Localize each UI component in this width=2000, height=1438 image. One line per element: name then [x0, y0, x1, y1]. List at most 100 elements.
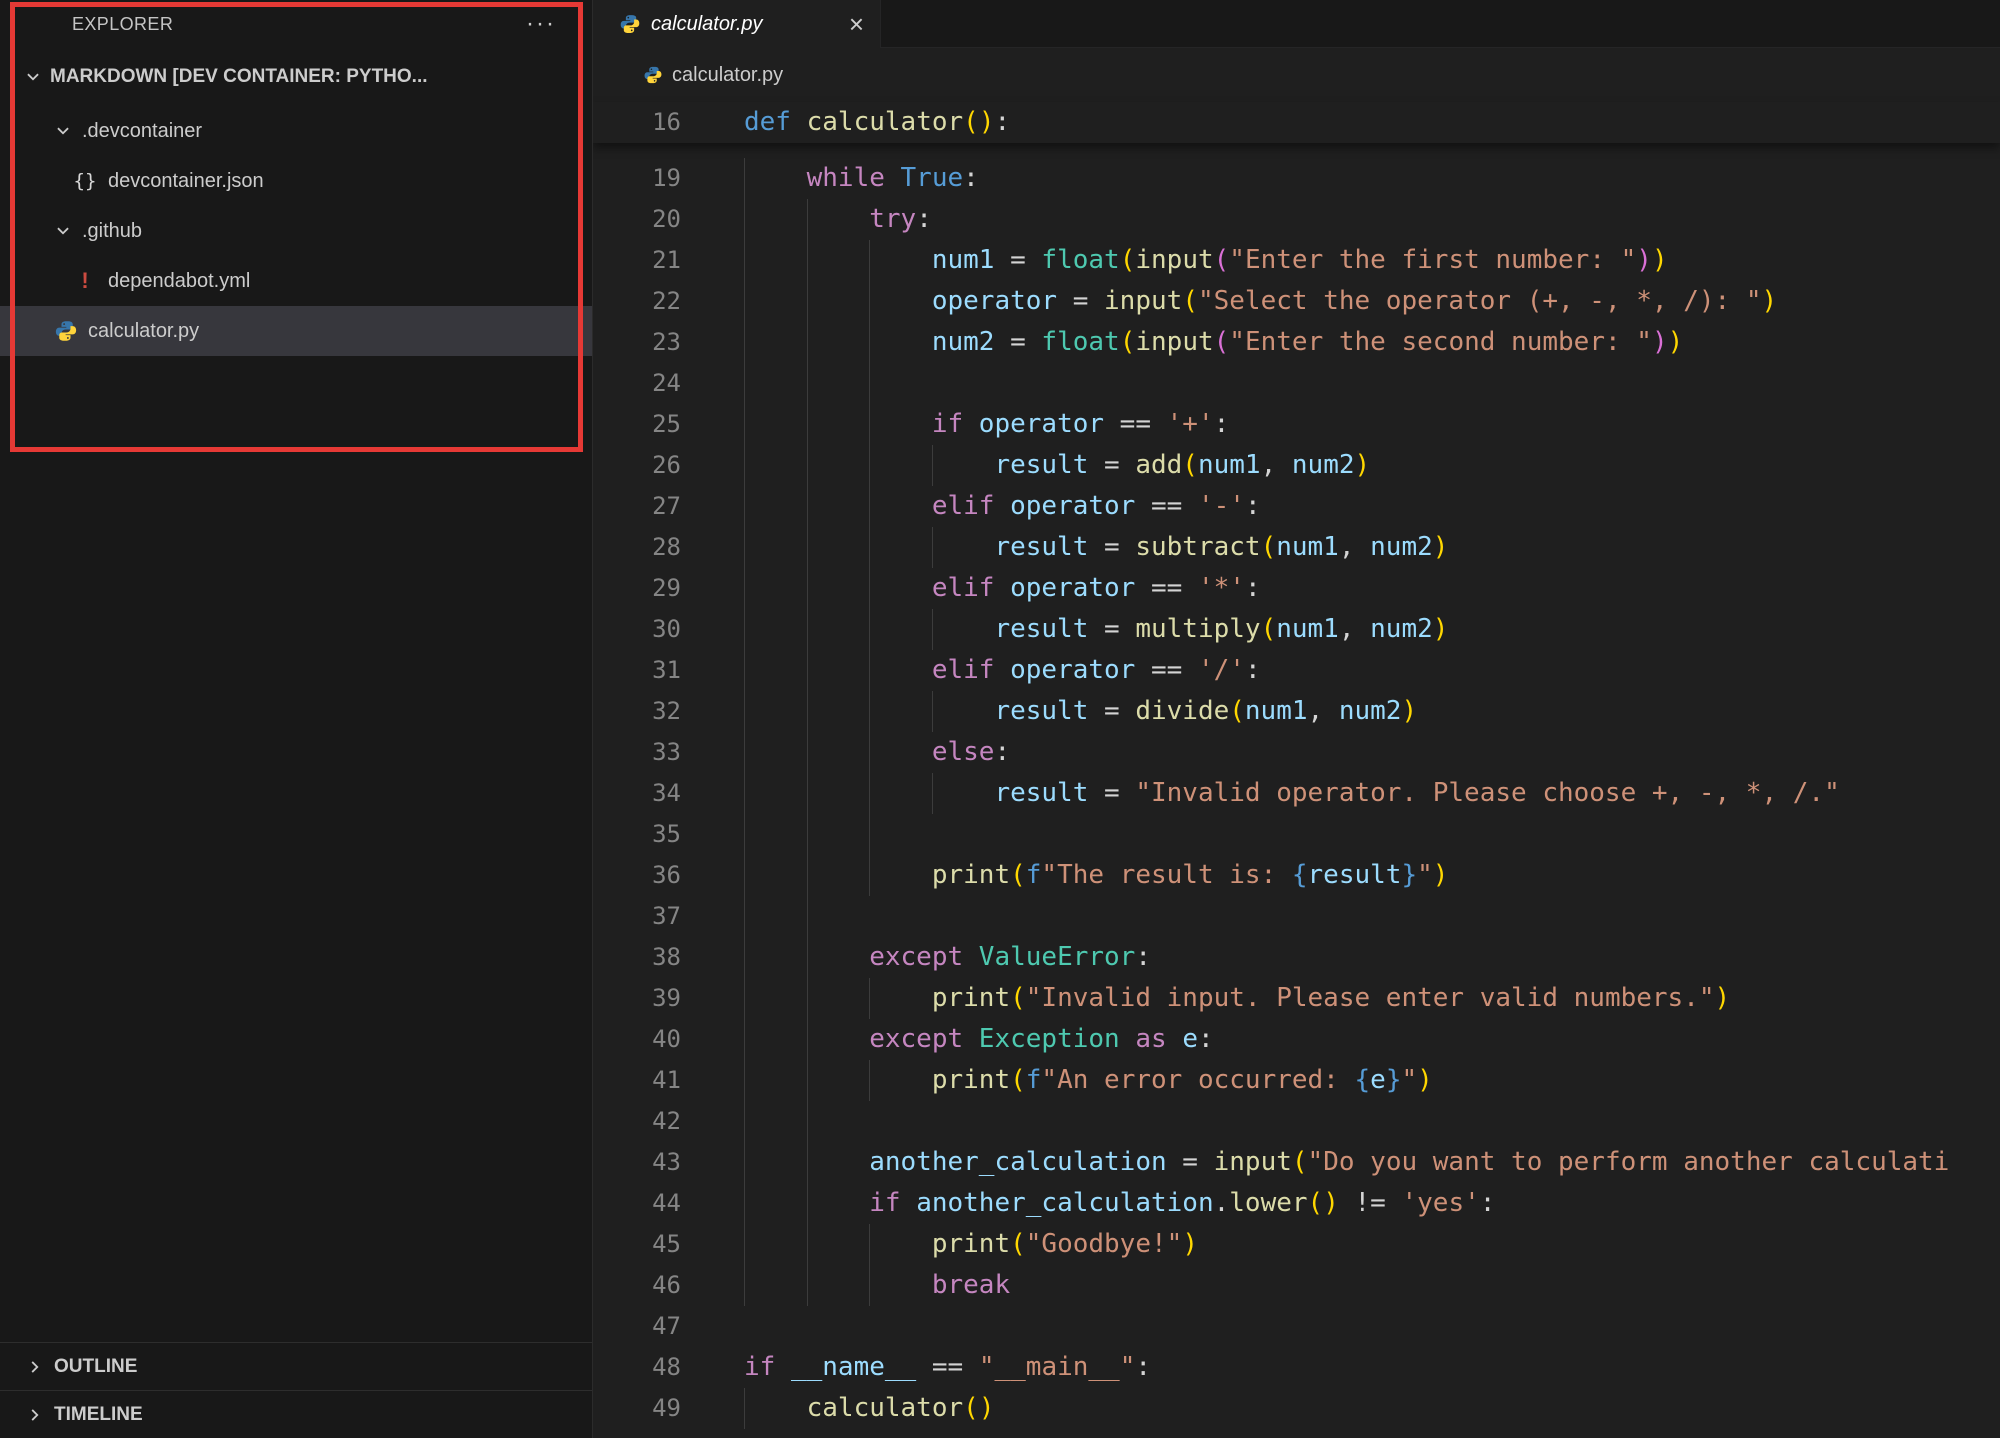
- code-line[interactable]: 50: [593, 1429, 2000, 1438]
- code-text: elif operator == '/':: [681, 650, 1261, 691]
- code-line[interactable]: 30result = multiply(num1, num2): [593, 609, 2000, 650]
- tree-item-calculator-py[interactable]: calculator.py: [0, 306, 592, 356]
- code-text: result = subtract(num1, num2): [681, 527, 1448, 568]
- indent-guide: [807, 691, 870, 732]
- code-text: break: [681, 1265, 1010, 1306]
- code-text: another_calculation = input("Do you want…: [681, 1142, 1949, 1183]
- code-line[interactable]: 31elif operator == '/':: [593, 650, 2000, 691]
- code-line[interactable]: 20try:: [593, 199, 2000, 240]
- code-line[interactable]: 45print("Goodbye!"): [593, 1224, 2000, 1265]
- indent-guide: [869, 486, 932, 527]
- indent-guide: [807, 445, 870, 486]
- code-line[interactable]: 39print("Invalid input. Please enter val…: [593, 978, 2000, 1019]
- python-file-icon: [619, 13, 641, 35]
- indent-guide: [807, 1060, 870, 1101]
- tree-item-devcontainer-folder[interactable]: .devcontainer: [0, 106, 592, 156]
- code-text: print("Invalid input. Please enter valid…: [681, 978, 1730, 1019]
- code-text: print(f"The result is: {result}"): [681, 855, 1448, 896]
- timeline-section-header[interactable]: TIMELINE: [0, 1390, 592, 1438]
- explorer-header: EXPLORER ···: [0, 0, 592, 48]
- line-number: 29: [593, 568, 681, 609]
- code-line[interactable]: 24: [593, 363, 2000, 404]
- code-line[interactable]: 42: [593, 1101, 2000, 1142]
- indent-guide: [744, 445, 807, 486]
- code-text: [681, 896, 869, 937]
- code-line[interactable]: 21num1 = float(input("Enter the first nu…: [593, 240, 2000, 281]
- code-text: if another_calculation.lower() != 'yes':: [681, 1183, 1495, 1224]
- code-line[interactable]: 43another_calculation = input("Do you wa…: [593, 1142, 2000, 1183]
- line-number: 46: [593, 1265, 681, 1306]
- breadcrumb-item: calculator.py: [672, 64, 783, 87]
- code-line[interactable]: 19while True:: [593, 158, 2000, 199]
- indent-guide: [807, 1224, 870, 1265]
- more-actions-icon[interactable]: ···: [526, 10, 556, 38]
- indent-guide: [869, 814, 932, 855]
- indent-guide: [869, 363, 932, 404]
- code-line[interactable]: 35: [593, 814, 2000, 855]
- code-line[interactable]: 37: [593, 896, 2000, 937]
- code-line[interactable]: 33else:: [593, 732, 2000, 773]
- code-line[interactable]: 34result = "Invalid operator. Please cho…: [593, 773, 2000, 814]
- indent-guide: [932, 691, 995, 732]
- code-line[interactable]: 41print(f"An error occurred: {e}"): [593, 1060, 2000, 1101]
- code-line[interactable]: 22operator = input("Select the operator …: [593, 281, 2000, 322]
- sticky-scroll[interactable]: 16def calculator():: [593, 102, 2000, 143]
- indent-guide: [807, 568, 870, 609]
- indent-guide: [744, 1142, 807, 1183]
- code-line[interactable]: 26result = add(num1, num2): [593, 445, 2000, 486]
- close-icon[interactable]: ×: [849, 11, 864, 37]
- indent-guide: [744, 609, 807, 650]
- code-line[interactable]: 28result = subtract(num1, num2): [593, 527, 2000, 568]
- indent-guide: [744, 281, 807, 322]
- line-number: 25: [593, 404, 681, 445]
- code-text: print(f"An error occurred: {e}"): [681, 1060, 1433, 1101]
- line-number: 35: [593, 814, 681, 855]
- code-line[interactable]: 29elif operator == '*':: [593, 568, 2000, 609]
- indent-guide: [869, 855, 932, 896]
- workspace-section-label: MARKDOWN [DEV CONTAINER: PYTHO...: [50, 66, 428, 88]
- tree-item-dependabot-yml[interactable]: ! dependabot.yml: [0, 256, 592, 306]
- code-text: [681, 1429, 744, 1438]
- code-line[interactable]: 47: [593, 1306, 2000, 1347]
- code-line[interactable]: 49calculator(): [593, 1388, 2000, 1429]
- code-line[interactable]: 25if operator == '+':: [593, 404, 2000, 445]
- line-number: 41: [593, 1060, 681, 1101]
- indent-guide: [807, 773, 870, 814]
- code-line[interactable]: 16def calculator():: [593, 102, 2000, 143]
- code-line[interactable]: 32result = divide(num1, num2): [593, 691, 2000, 732]
- code-line[interactable]: 36print(f"The result is: {result}"): [593, 855, 2000, 896]
- code-text: elif operator == '-':: [681, 486, 1261, 527]
- line-number: 34: [593, 773, 681, 814]
- code-line[interactable]: 44if another_calculation.lower() != 'yes…: [593, 1183, 2000, 1224]
- breadcrumb[interactable]: calculator.py: [593, 48, 2000, 102]
- tab-bar: calculator.py ×: [593, 0, 2000, 48]
- line-number: 40: [593, 1019, 681, 1060]
- sidebar-bottom-sections: OUTLINE TIMELINE: [0, 1342, 592, 1438]
- chevron-down-icon: [54, 222, 72, 240]
- code-text: [681, 814, 932, 855]
- indent-guide: [744, 568, 807, 609]
- indent-guide: [932, 445, 995, 486]
- code-line[interactable]: 38except ValueError:: [593, 937, 2000, 978]
- indent-guide: [869, 691, 932, 732]
- code-line[interactable]: 27elif operator == '-':: [593, 486, 2000, 527]
- code-line[interactable]: 48if __name__ == "__main__":: [593, 1347, 2000, 1388]
- indent-guide: [744, 527, 807, 568]
- indent-guide: [869, 1224, 932, 1265]
- code-line[interactable]: 40except Exception as e:: [593, 1019, 2000, 1060]
- tree-item-devcontainer-json[interactable]: {} devcontainer.json: [0, 156, 592, 206]
- indent-guide: [744, 158, 807, 199]
- indent-guide: [869, 322, 932, 363]
- json-file-icon: {}: [72, 170, 98, 192]
- indent-guide: [869, 732, 932, 773]
- code-line[interactable]: 46break: [593, 1265, 2000, 1306]
- outline-section-header[interactable]: OUTLINE: [0, 1342, 592, 1390]
- indent-guide: [744, 937, 807, 978]
- line-number: 20: [593, 199, 681, 240]
- tree-item-github-folder[interactable]: .github: [0, 206, 592, 256]
- line-number: 33: [593, 732, 681, 773]
- workspace-section-header[interactable]: MARKDOWN [DEV CONTAINER: PYTHO...: [0, 48, 592, 106]
- code-text: result = "Invalid operator. Please choos…: [681, 773, 1840, 814]
- tab-calculator-py[interactable]: calculator.py ×: [593, 0, 881, 48]
- code-line[interactable]: 23num2 = float(input("Enter the second n…: [593, 322, 2000, 363]
